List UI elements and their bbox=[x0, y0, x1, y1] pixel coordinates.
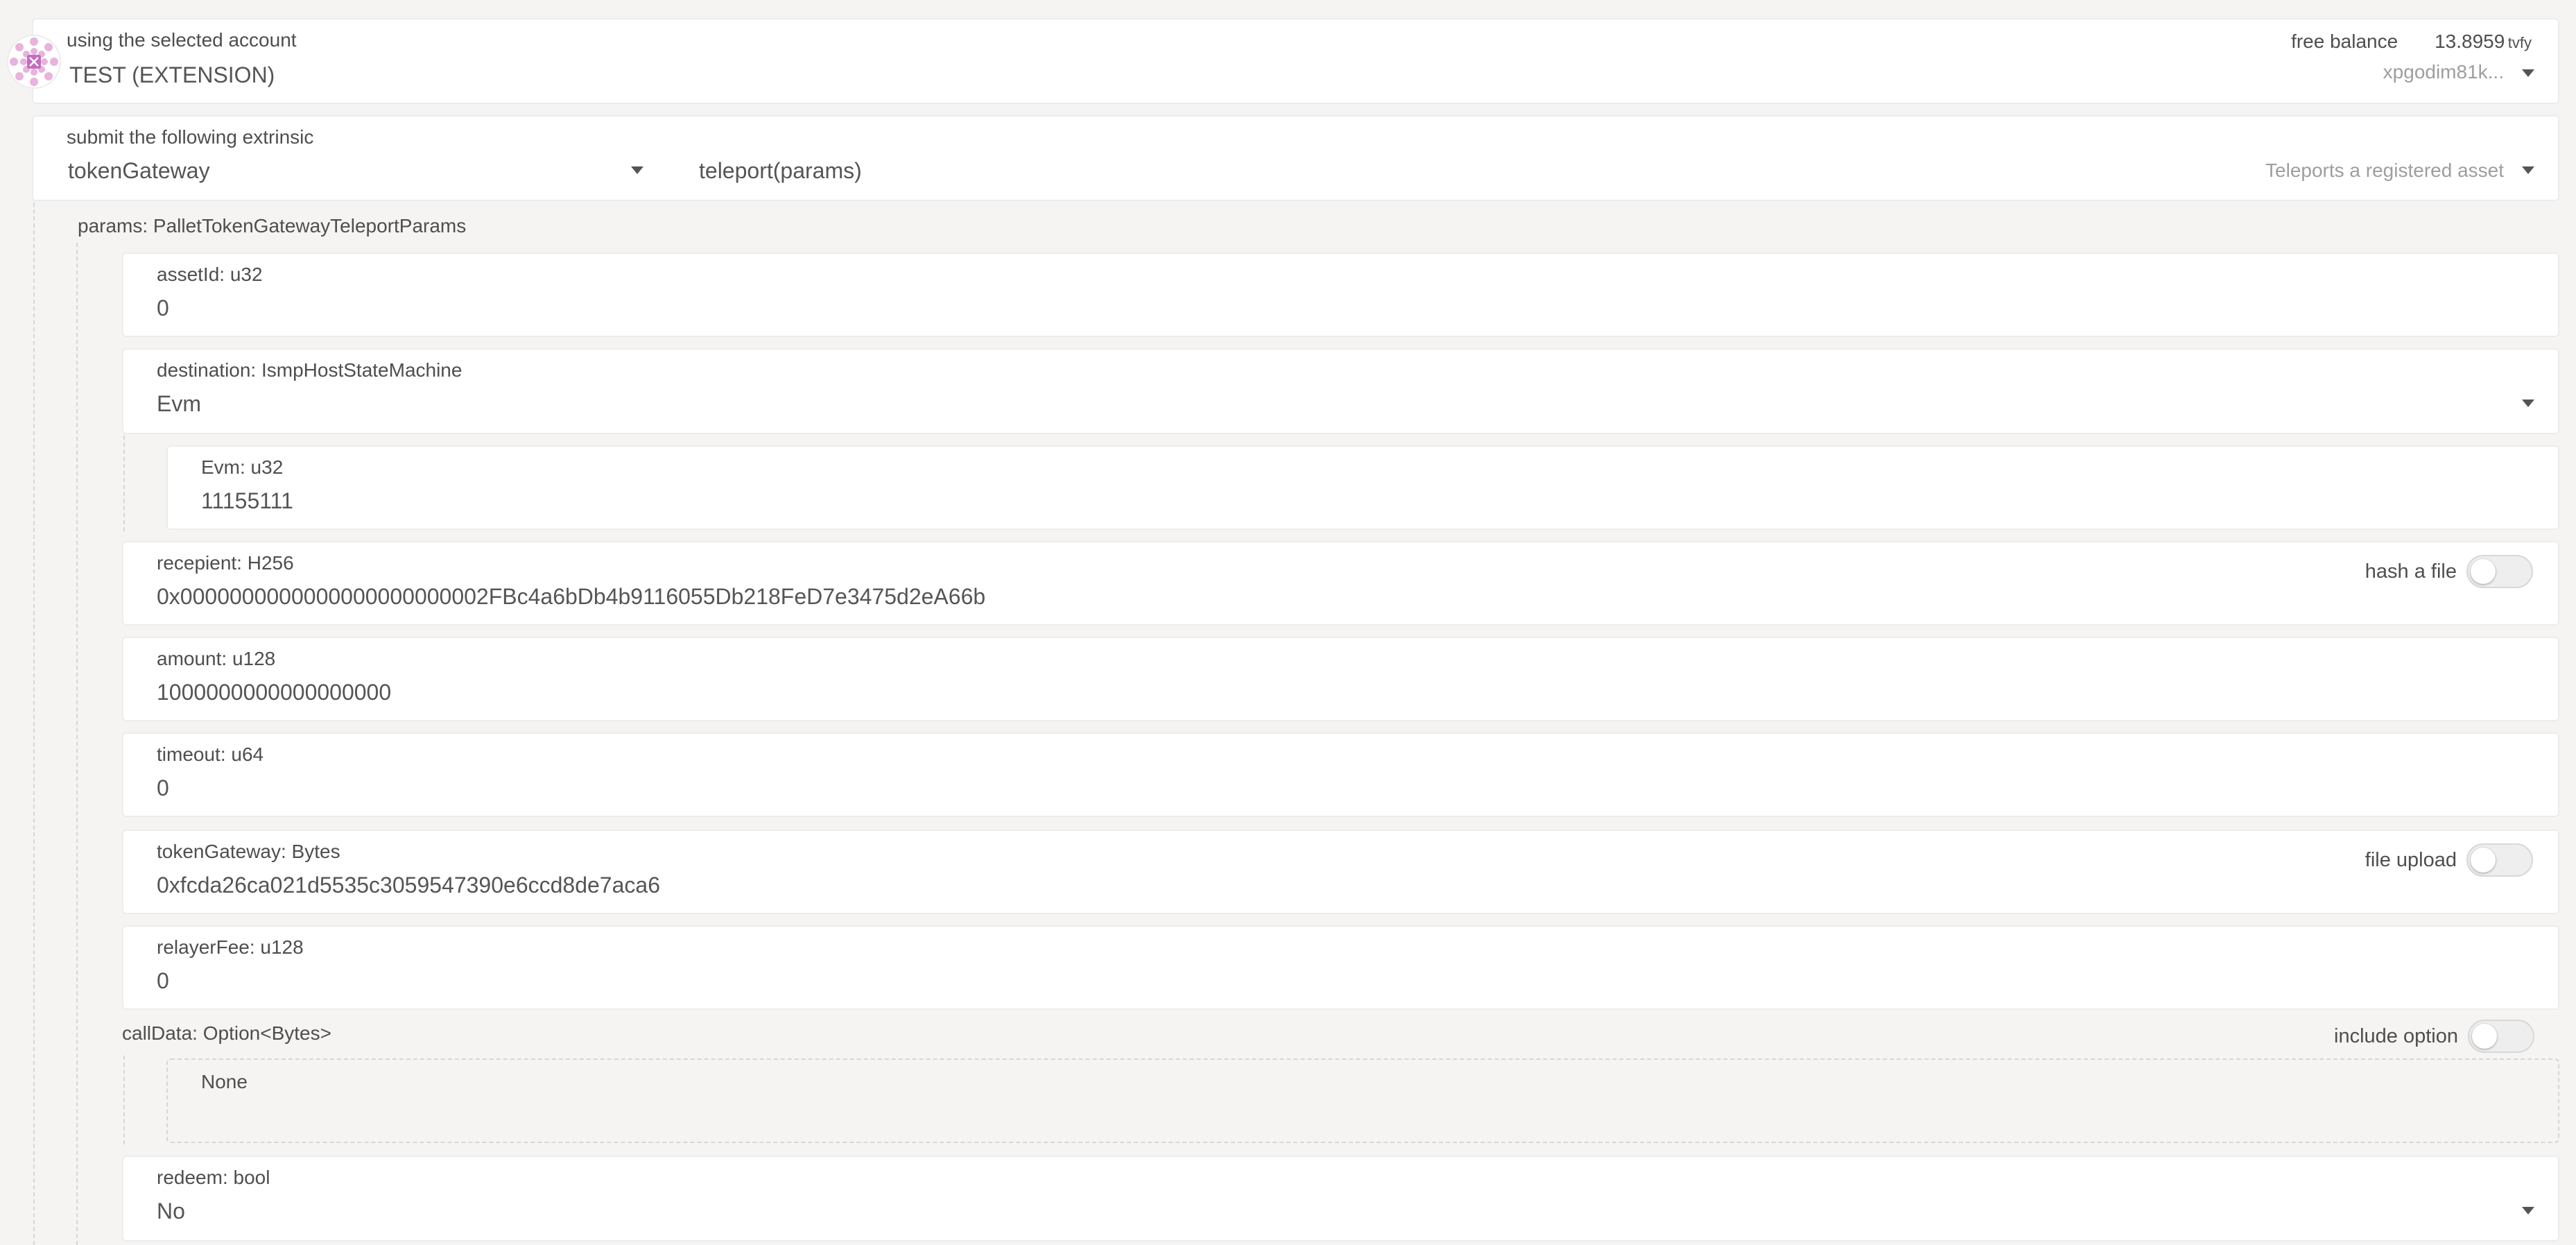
include-option-label: include option bbox=[2334, 1025, 2458, 1047]
recepient-value[interactable]: 0x0000000000000000000000002FBc4a6bDb4b91… bbox=[157, 584, 985, 610]
free-balance: free balance 13.8959 tvfy bbox=[2291, 31, 2532, 53]
relayerfee-field[interactable]: relayerFee: u128 0 bbox=[122, 925, 2559, 1010]
identicon-icon bbox=[9, 37, 59, 87]
timeout-field[interactable]: timeout: u64 0 bbox=[122, 732, 2559, 817]
hash-file-toggle[interactable] bbox=[2466, 555, 2533, 588]
destination-value: Evm bbox=[157, 391, 201, 416]
tokengateway-label: tokenGateway: Bytes bbox=[157, 841, 340, 862]
account-name: TEST (EXTENSION) bbox=[69, 62, 275, 87]
redeem-dropdown[interactable]: redeem: bool No bbox=[122, 1156, 2559, 1242]
evm-label: Evm: u32 bbox=[201, 456, 284, 478]
destination-guide-line bbox=[123, 436, 125, 531]
chevron-down-icon[interactable] bbox=[2522, 166, 2534, 174]
redeem-value: No bbox=[157, 1199, 185, 1223]
params-title: params: PalletTokenGatewayTeleportParams bbox=[78, 215, 467, 237]
tokengateway-value[interactable]: 0xfcda26ca021d5535c3059547390e6ccd8de7ac… bbox=[157, 873, 660, 898]
assetid-label: assetId: u32 bbox=[157, 264, 263, 285]
params-guide-line bbox=[33, 203, 35, 1245]
account-identicon bbox=[7, 35, 61, 89]
evm-field[interactable]: Evm: u32 11155111 bbox=[166, 445, 2559, 530]
account-title: using the selected account bbox=[67, 29, 297, 51]
free-balance-value: 13.8959 bbox=[2435, 31, 2505, 52]
method-description: Teleports a registered asset bbox=[2265, 160, 2504, 181]
chevron-down-icon[interactable] bbox=[2522, 1207, 2534, 1214]
relayerfee-value[interactable]: 0 bbox=[157, 968, 169, 994]
extrinsic-selector: submit the following extrinsic tokenGate… bbox=[32, 115, 2559, 201]
chevron-down-icon[interactable] bbox=[631, 166, 643, 174]
calldata-none-box: None bbox=[166, 1058, 2559, 1143]
chevron-down-icon[interactable] bbox=[2522, 400, 2534, 407]
amount-label: amount: u128 bbox=[157, 648, 276, 669]
params-inner-guide-line bbox=[76, 243, 78, 1245]
redeem-label: redeem: bool bbox=[157, 1167, 270, 1188]
method-dropdown[interactable]: teleport(params) bbox=[699, 158, 862, 184]
evm-value[interactable]: 11155111 bbox=[201, 488, 293, 514]
pallet-dropdown[interactable]: tokenGateway bbox=[68, 158, 210, 184]
free-balance-unit: tvfy bbox=[2507, 34, 2532, 51]
amount-value[interactable]: 1000000000000000000 bbox=[157, 680, 391, 705]
hash-file-label: hash a file bbox=[2365, 560, 2457, 583]
account-address: xpgodim81k... bbox=[2383, 61, 2504, 83]
file-upload-label: file upload bbox=[2365, 849, 2457, 871]
calldata-label: callData: Option<Bytes> bbox=[122, 1022, 331, 1044]
recepient-field[interactable]: recepient: H256 0x0000000000000000000000… bbox=[122, 541, 2559, 626]
destination-dropdown[interactable]: destination: IsmpHostStateMachine Evm bbox=[122, 348, 2559, 434]
include-option-toggle[interactable] bbox=[2468, 1020, 2534, 1053]
calldata-guide-line bbox=[123, 1056, 125, 1144]
recepient-label: recepient: H256 bbox=[157, 552, 294, 574]
tokengateway-field[interactable]: tokenGateway: Bytes 0xfcda26ca021d5535c3… bbox=[122, 830, 2559, 914]
assetid-value[interactable]: 0 bbox=[157, 295, 169, 321]
account-selector[interactable]: using the selected account TEST (EXTENSI… bbox=[32, 18, 2559, 104]
amount-field[interactable]: amount: u128 1000000000000000000 bbox=[122, 637, 2559, 721]
destination-label: destination: IsmpHostStateMachine bbox=[157, 359, 463, 381]
relayerfee-label: relayerFee: u128 bbox=[157, 936, 304, 958]
file-upload-toggle[interactable] bbox=[2466, 843, 2533, 877]
timeout-value[interactable]: 0 bbox=[157, 775, 169, 801]
assetid-field[interactable]: assetId: u32 0 bbox=[122, 252, 2559, 337]
chevron-down-icon[interactable] bbox=[2522, 69, 2534, 77]
timeout-label: timeout: u64 bbox=[157, 744, 264, 765]
calldata-none-label: None bbox=[201, 1071, 248, 1092]
free-balance-label: free balance bbox=[2291, 31, 2398, 52]
extrinsic-title: submit the following extrinsic bbox=[67, 126, 314, 148]
